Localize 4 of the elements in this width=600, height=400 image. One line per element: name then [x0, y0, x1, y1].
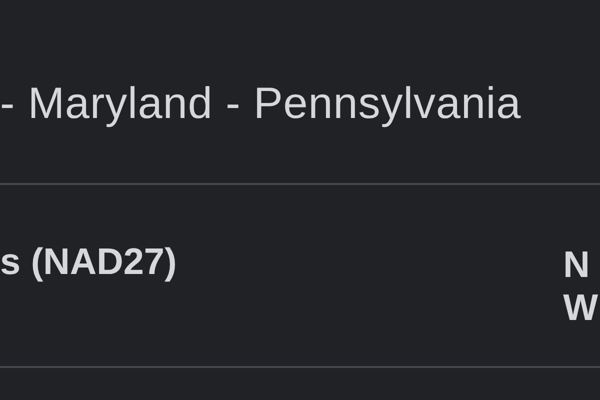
row-value: N — [563, 243, 590, 286]
page-title: - Maryland - Pennsylvania — [0, 82, 522, 126]
row-value: W — [563, 286, 598, 329]
row-label: s (NAD27) — [0, 243, 177, 280]
